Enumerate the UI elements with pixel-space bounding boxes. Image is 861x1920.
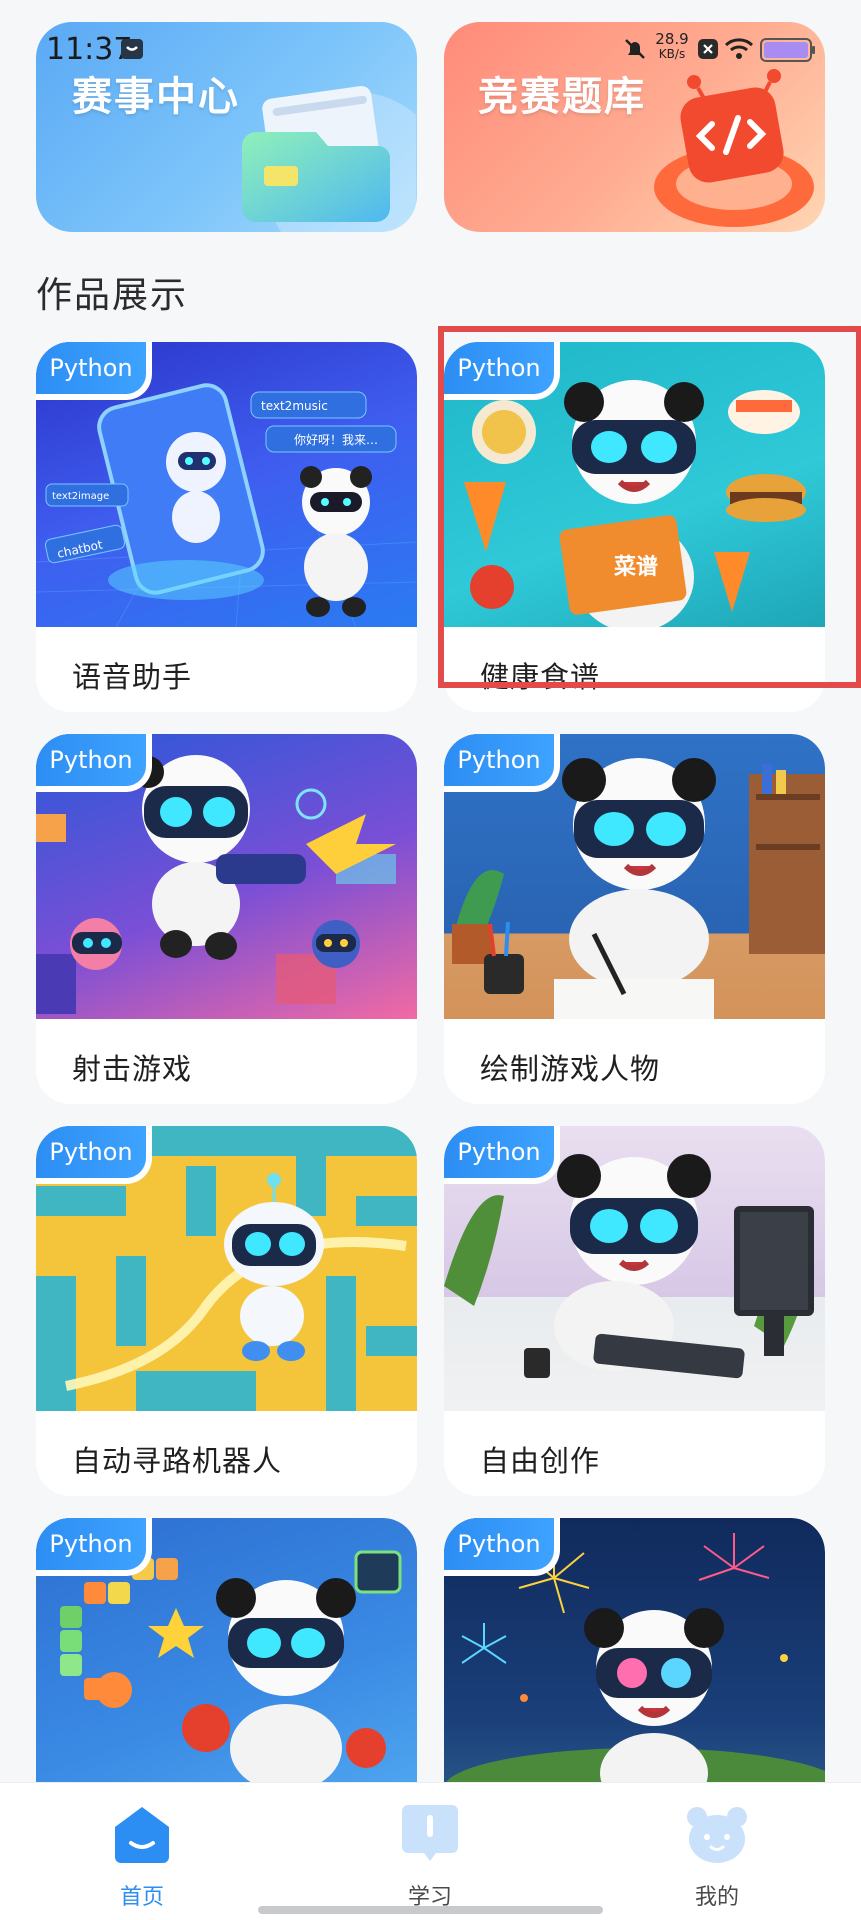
python-tag: Python — [36, 1518, 152, 1576]
card-title: 自由创作 — [480, 1444, 601, 1478]
python-tag: Python — [36, 342, 152, 400]
python-tag: Python — [36, 734, 152, 792]
code-robot-icon — [654, 69, 814, 227]
python-tag: Python — [444, 1126, 560, 1184]
text2music-label: text2music — [261, 399, 328, 413]
card-title: 射击游戏 — [72, 1052, 193, 1086]
app-screen: 赛事中心 竞赛题库 11:37 28.9 KB/s 作品展示 text2musi… — [0, 0, 861, 1920]
home-icon — [115, 1807, 169, 1863]
bear-profile-icon — [687, 1807, 747, 1863]
project-card-free-creation[interactable]: Python 自由创作 — [444, 1126, 825, 1496]
card-title: 自动寻路机器人 — [72, 1444, 283, 1478]
recipe-book-label: 菜谱 — [613, 554, 658, 580]
study-icon — [402, 1805, 458, 1861]
python-tag: Python — [444, 734, 560, 792]
card-title: 健康食谱 — [480, 660, 601, 694]
project-card-healthy-recipe[interactable]: 菜谱 Python 健康食谱 — [444, 342, 825, 712]
python-tag: Python — [444, 342, 560, 400]
section-title: 作品展示 — [36, 275, 189, 316]
card-title: 绘制游戏人物 — [480, 1052, 661, 1086]
folder-icon — [242, 86, 416, 232]
nav-home[interactable]: 首页 — [82, 1805, 202, 1915]
project-card-shooting-game[interactable]: Python 射击游戏 — [36, 734, 417, 1104]
nav-study[interactable]: 学习 — [370, 1805, 490, 1915]
card-title: 语音助手 — [72, 660, 193, 694]
text2image-label: text2image — [52, 491, 109, 502]
nav-profile-label: 我的 — [694, 1885, 739, 1910]
question-bank-title: 竞赛题库 — [478, 74, 646, 120]
event-center-banner[interactable]: 赛事中心 — [36, 22, 417, 232]
chat-bubble-text: 你好呀！我来… — [294, 433, 378, 447]
nav-home-label: 首页 — [119, 1885, 164, 1910]
bottom-navigation: 首页 学习 我的 — [0, 1782, 861, 1920]
project-card-voice-assistant[interactable]: text2music 你好呀！我来… text2image chatbot Py… — [36, 342, 417, 712]
project-card-pathfinding-robot[interactable]: Python 自动寻路机器人 — [36, 1126, 417, 1496]
nav-profile[interactable]: 我的 — [657, 1805, 777, 1915]
python-tag: Python — [36, 1126, 152, 1184]
home-indicator[interactable] — [258, 1906, 603, 1914]
question-bank-banner[interactable]: 竞赛题库 — [444, 22, 825, 232]
python-tag: Python — [444, 1518, 560, 1576]
project-card-draw-character[interactable]: Python 绘制游戏人物 — [444, 734, 825, 1104]
